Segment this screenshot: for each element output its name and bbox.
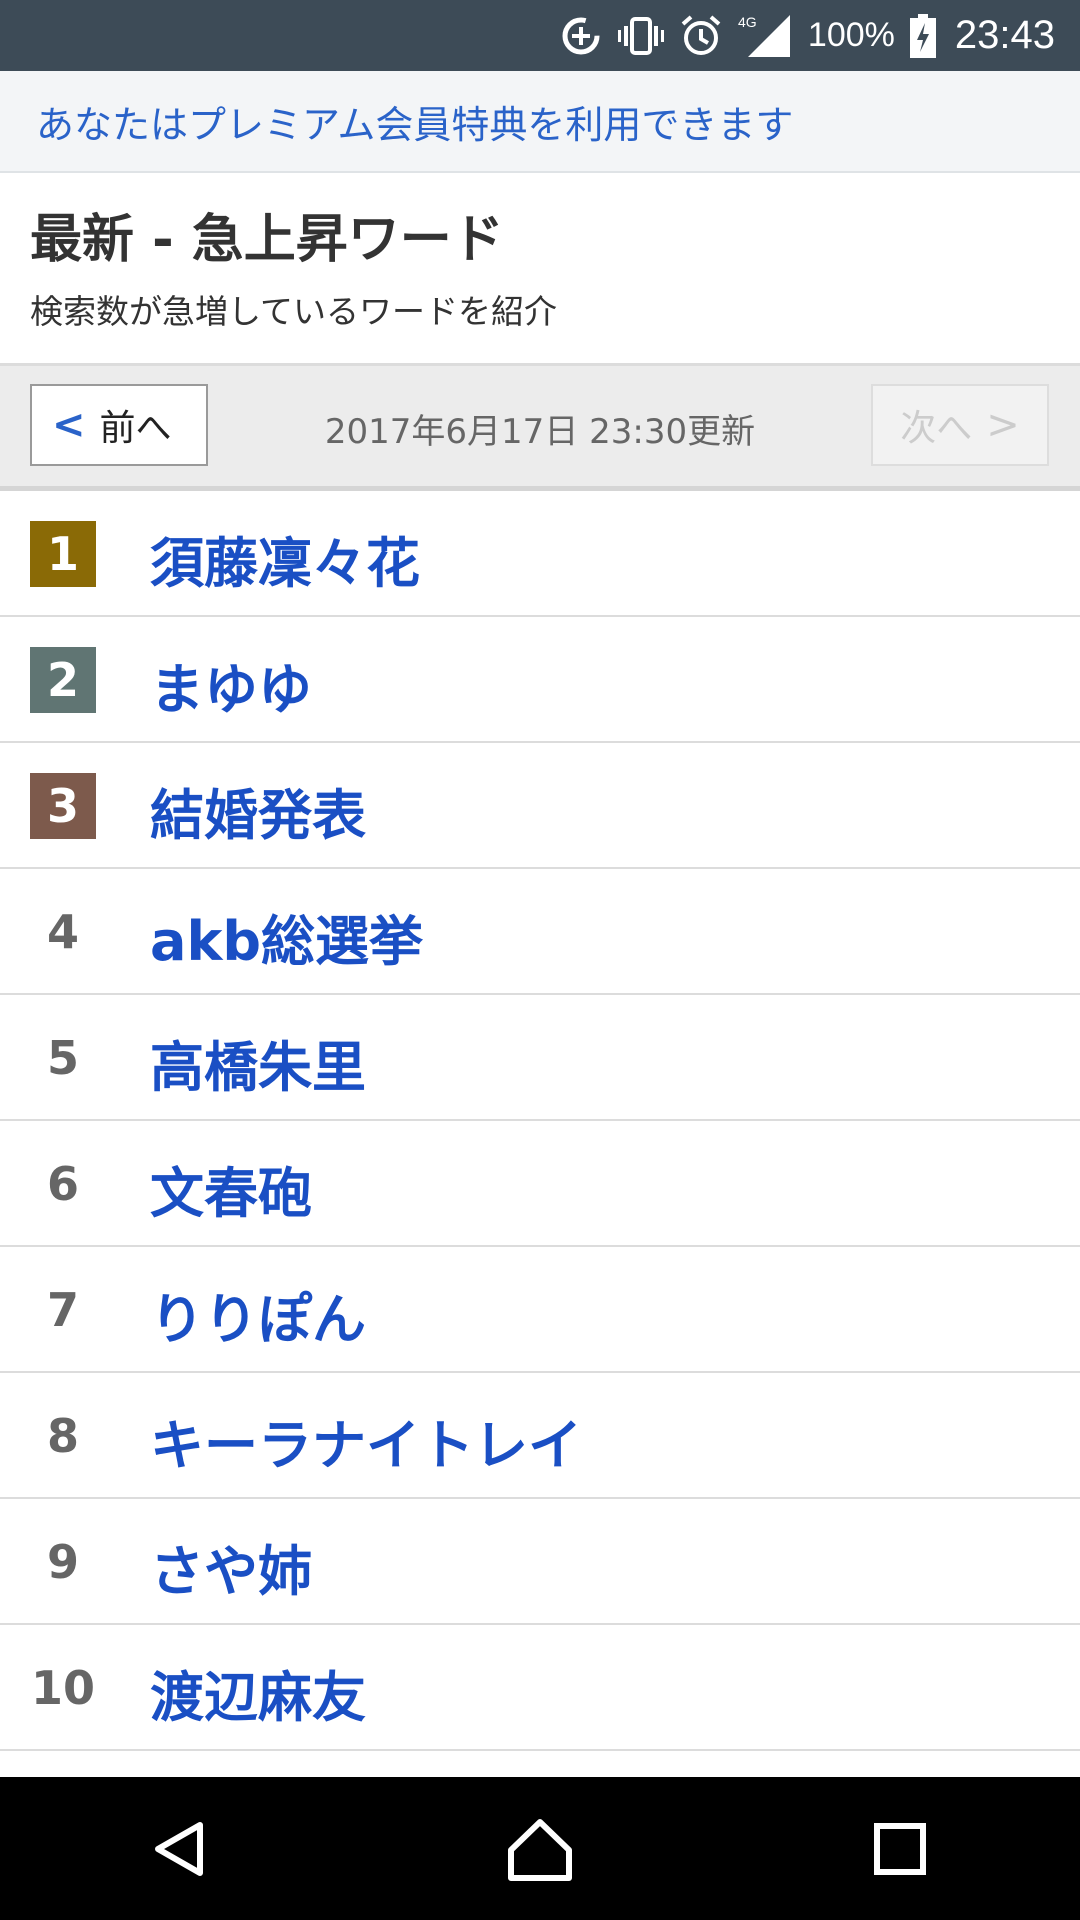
home-icon[interactable] (480, 1789, 600, 1909)
pager-bar: < 前へ 2017年6月17日 23:30更新 次へ > (0, 363, 1080, 491)
rank-number: 5 (46, 1031, 79, 1085)
back-triangle-icon[interactable] (120, 1789, 240, 1909)
ranking-row-1[interactable]: 1 須藤凜々花 (0, 491, 1080, 617)
data-saver-icon (558, 13, 604, 59)
screen: 4G 100% 23:43 あなたはプレミアム会員特典を利用できます 最新 - … (0, 0, 1080, 1920)
rank-badge-bronze: 3 (30, 773, 96, 839)
ranking-word-link[interactable]: akb総選挙 (150, 897, 423, 976)
rank-number: 9 (46, 1535, 79, 1589)
rank-number: 6 (46, 1157, 79, 1211)
svg-text:4G: 4G (738, 14, 757, 30)
ranking-row-10[interactable]: 10 渡辺麻友 (0, 1625, 1080, 1751)
chevron-right-icon: > (986, 402, 1020, 448)
ranking-row-7[interactable]: 7 りりぽん (0, 1247, 1080, 1373)
battery-percent: 100% (807, 16, 895, 54)
system-nav-bar (0, 1777, 1080, 1920)
next-button-label: 次へ (900, 408, 973, 449)
ranking-row-2[interactable]: 2 まゆゆ (0, 617, 1080, 743)
status-bar: 4G 100% 23:43 (0, 0, 1080, 71)
ranking-word-link[interactable]: 高橋朱里 (150, 1023, 366, 1102)
ranking-word-link[interactable]: 文春砲 (150, 1149, 312, 1228)
ranking-row-8[interactable]: 8 キーラナイトレイ (0, 1373, 1080, 1499)
rank-number: 7 (46, 1283, 79, 1337)
rank-number: 8 (46, 1409, 79, 1463)
ranking-word-link[interactable]: 渡辺麻友 (150, 1653, 366, 1732)
clock: 23:43 (954, 13, 1055, 57)
recents-square-icon[interactable] (840, 1789, 960, 1909)
ranking-list: 1 須藤凜々花 2 まゆゆ 3 結婚発表 4 akb総選挙 5 高橋朱里 6 文… (0, 491, 1080, 1751)
page-subtitle: 検索数が急増しているワードを紹介 (30, 292, 558, 331)
ranking-word-link[interactable]: りりぽん (150, 1275, 366, 1354)
alarm-icon (678, 13, 724, 59)
ranking-row-6[interactable]: 6 文春砲 (0, 1121, 1080, 1247)
ranking-word-link[interactable]: キーラナイトレイ (150, 1401, 582, 1480)
rank-badge-gold: 1 (30, 521, 96, 587)
battery-charging-icon (909, 13, 937, 59)
premium-banner-link[interactable]: あなたはプレミアム会員特典を利用できます (36, 94, 793, 149)
premium-banner[interactable]: あなたはプレミアム会員特典を利用できます (0, 71, 1080, 173)
ranking-word-link[interactable]: まゆゆ (150, 645, 312, 724)
rank-number: 4 (46, 905, 79, 959)
ranking-row-9[interactable]: 9 さや姉 (0, 1499, 1080, 1625)
rank-number: 10 (30, 1661, 95, 1715)
ranking-row-5[interactable]: 5 高橋朱里 (0, 995, 1080, 1121)
next-button[interactable]: 次へ > (871, 384, 1049, 466)
ranking-word-link[interactable]: さや姉 (150, 1527, 312, 1606)
page-header: 最新 - 急上昇ワード 検索数が急増しているワードを紹介 (0, 173, 1080, 363)
ranking-row-3[interactable]: 3 結婚発表 (0, 743, 1080, 869)
signal-icon: 4G (738, 13, 794, 59)
rank-badge-silver: 2 (30, 647, 96, 713)
ranking-word-link[interactable]: 結婚発表 (150, 771, 366, 850)
page-title: 最新 - 急上昇ワード (30, 210, 504, 270)
ranking-word-link[interactable]: 須藤凜々花 (150, 519, 420, 598)
ranking-row-4[interactable]: 4 akb総選挙 (0, 869, 1080, 995)
vibrate-icon (617, 13, 664, 59)
